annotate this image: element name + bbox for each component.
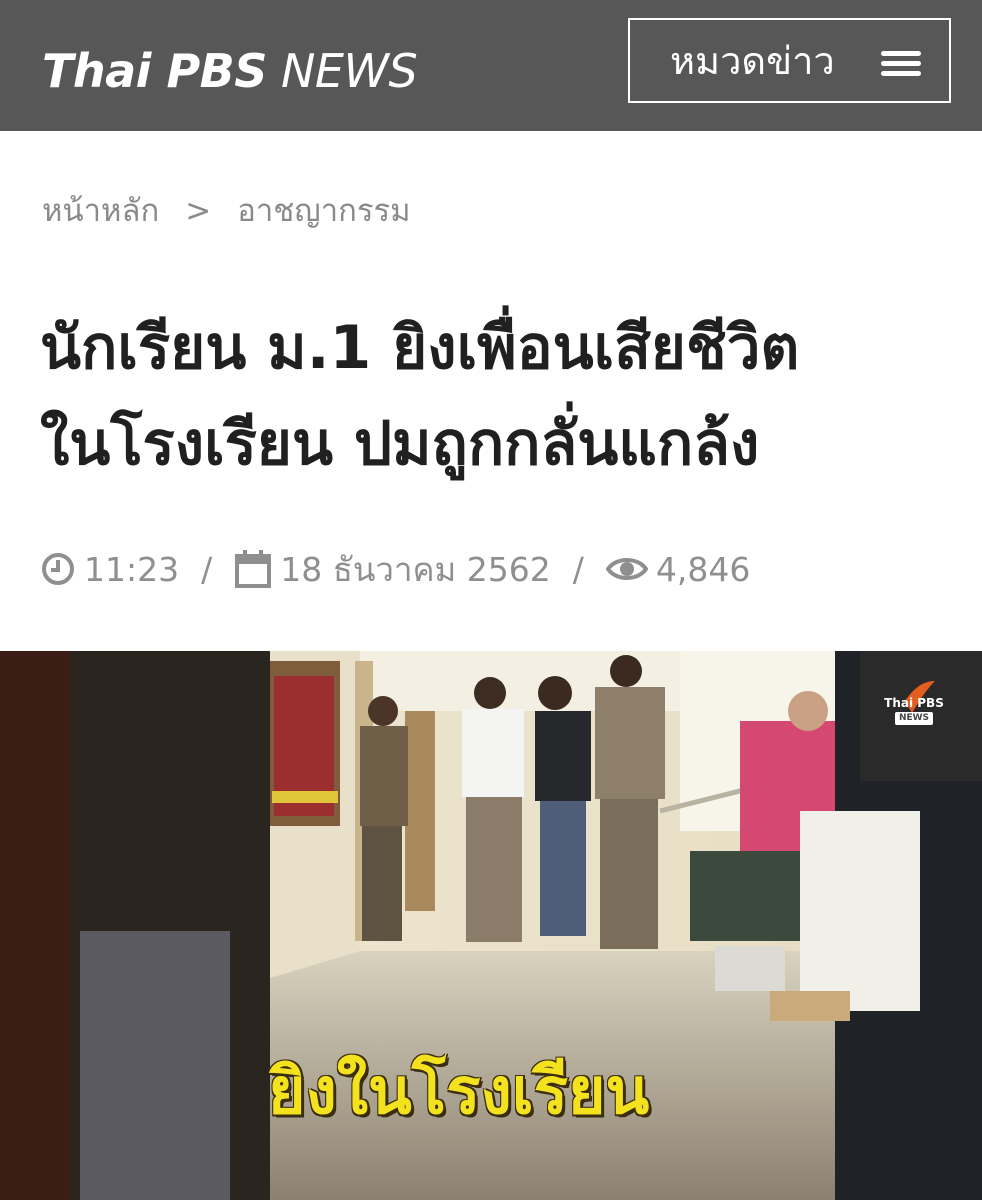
site-logo[interactable]: Thai PBS NEWS <box>42 44 418 98</box>
meta-separator: / <box>201 549 213 589</box>
article-meta: 11:23 / 18 ธันวาคม 2562 / 4,846 <box>40 544 750 594</box>
photo-caption: ยิงในโรงเรียน <box>268 1055 650 1129</box>
clock-icon <box>40 551 76 587</box>
watermark-brand: Thai PBS <box>884 696 944 710</box>
breadcrumb-home-link[interactable]: หน้าหลัก <box>42 193 159 229</box>
category-menu-button[interactable]: หมวดข่าว <box>628 18 951 103</box>
headline-line-2: ในโรงเรียน ปมถูกกลั่นแกล้ง <box>40 409 760 479</box>
category-menu-label: หมวดข่าว <box>670 39 835 83</box>
photo-watermark: Thai PBS NEWS <box>884 697 944 725</box>
breadcrumb-category-link[interactable]: อาชญากรรม <box>237 193 410 229</box>
logo-brand: Thai PBS <box>42 44 267 98</box>
logo-news: NEWS <box>266 44 418 98</box>
breadcrumb: หน้าหลัก > อาชญากรรม <box>42 185 411 235</box>
publish-date: 18 ธันวาคม 2562 <box>280 549 551 589</box>
eye-icon <box>605 554 648 584</box>
meta-separator: / <box>572 549 584 589</box>
headline-line-1: นักเรียน ม.1 ยิงเพื่อนเสียชีวิต <box>40 313 800 383</box>
publish-time: 11:23 <box>84 549 180 589</box>
watermark-news-tag: NEWS <box>894 712 934 725</box>
site-header: Thai PBS NEWS หมวดข่าว <box>0 0 982 131</box>
breadcrumb-separator: > <box>185 193 212 229</box>
article-headline: นักเรียน ม.1 ยิงเพื่อนเสียชีวิต ในโรงเรี… <box>40 300 950 492</box>
calendar-icon <box>234 549 272 589</box>
menu-icon <box>881 51 921 76</box>
view-count: 4,846 <box>655 549 751 589</box>
